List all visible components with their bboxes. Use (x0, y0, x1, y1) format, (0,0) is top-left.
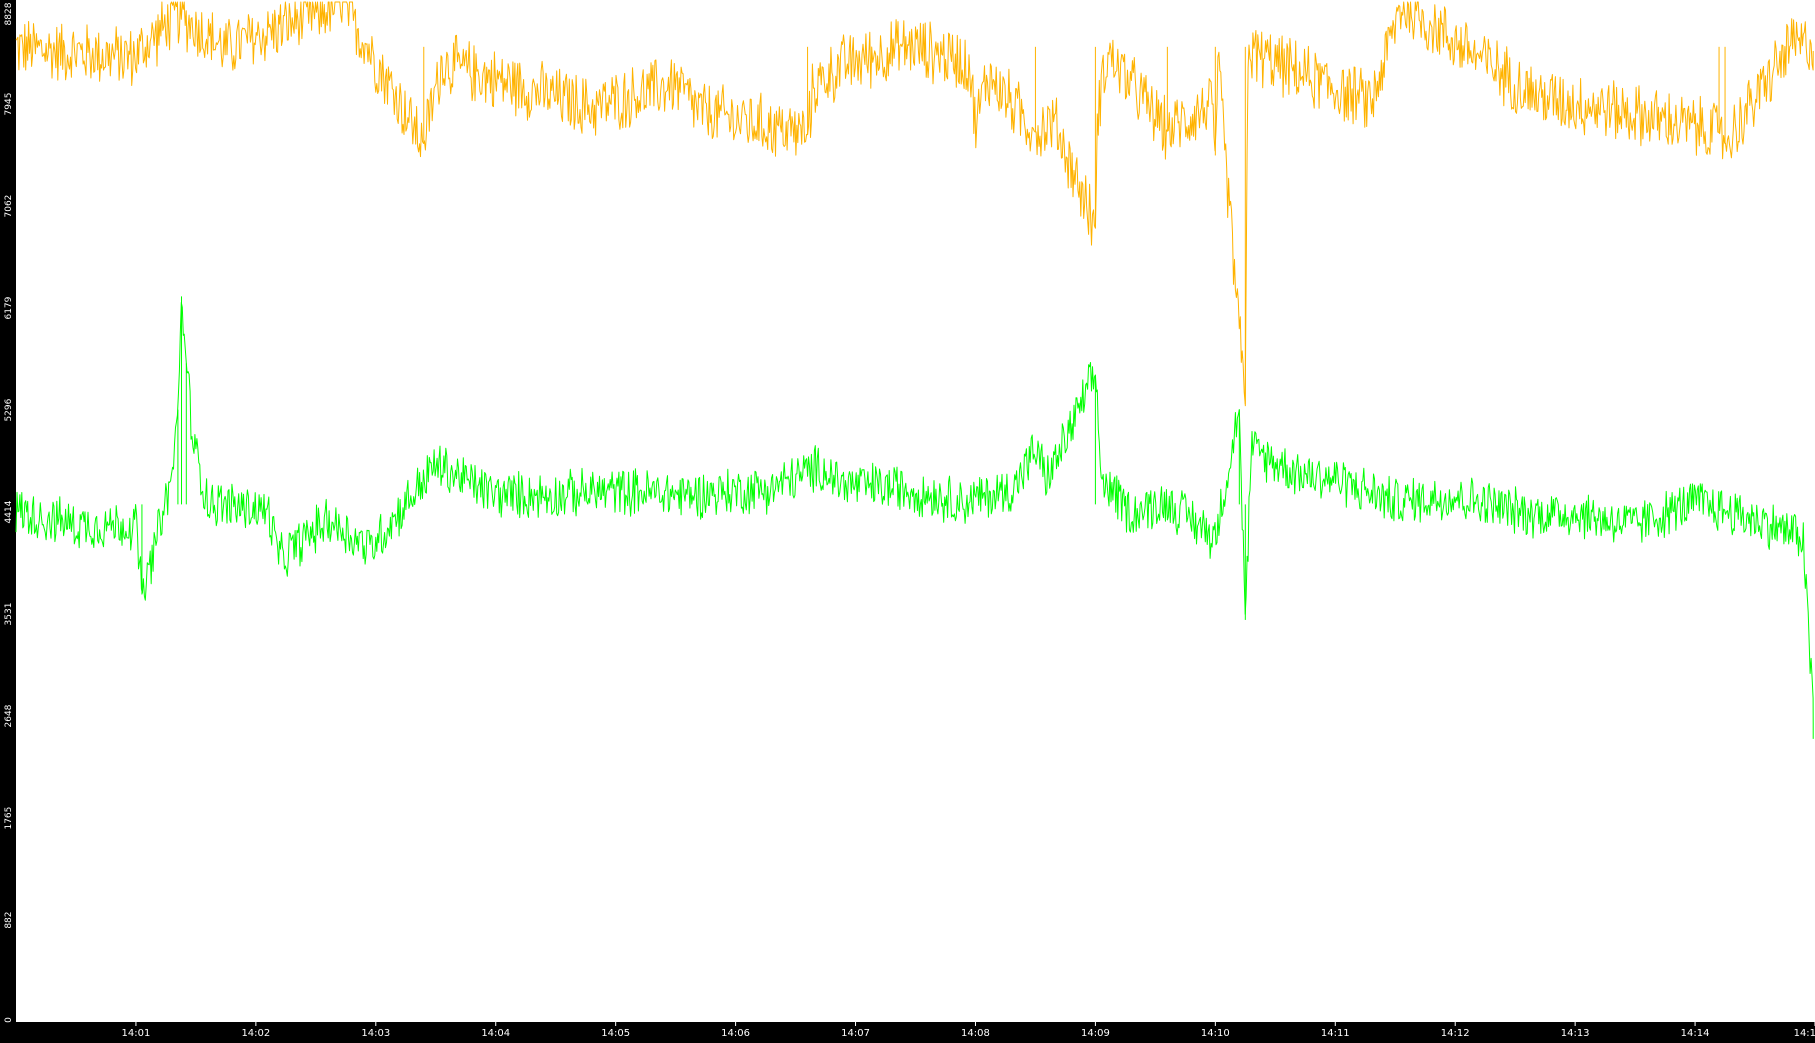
x-tick-label: 14:12 (1441, 1028, 1470, 1039)
x-tick-label: 14:10 (1201, 1028, 1230, 1039)
x-axis: 14:01 14:02 14:03 14:04 14:05 14:06 14:07 14:08… (122, 1022, 1815, 1039)
y-tick-label: 0 (4, 1017, 14, 1023)
y-tick-label: 3531 (4, 603, 14, 626)
x-tick-label: 14:07 (841, 1028, 870, 1039)
x-tick-label: 14:15 (1794, 1028, 1815, 1039)
x-tick-label: 14:02 (241, 1028, 270, 1039)
x-tick-label: 14:01 (122, 1028, 151, 1039)
y-tick-label: 882 (4, 911, 14, 928)
y-axis: 0 882 1765 2648 3531 4414 5296 6179 7062 7945 8828 (4, 2, 14, 1023)
x-tick-label: 14:11 (1321, 1028, 1350, 1039)
y-tick-label: 1765 (4, 807, 14, 830)
x-tick-label: 14:06 (721, 1028, 750, 1039)
plot-area (16, 0, 1815, 1022)
x-tick-label: 14:03 (361, 1028, 390, 1039)
y-tick-label: 7062 (4, 195, 14, 218)
x-tick-label: 14:14 (1681, 1028, 1710, 1039)
x-tick-label: 14:05 (601, 1028, 630, 1039)
x-tick-label: 14:13 (1561, 1028, 1590, 1039)
y-tick-label: 7945 (4, 93, 14, 116)
x-tick-label: 14:09 (1081, 1028, 1110, 1039)
y-tick-label: 5296 (4, 398, 14, 421)
y-tick-label: 2648 (4, 704, 14, 727)
x-tick-label: 14:08 (961, 1028, 990, 1039)
y-tick-label: 4414 (4, 500, 14, 523)
y-tick-label: 8828 (4, 2, 14, 25)
y-tick-label: 6179 (4, 296, 14, 319)
chart-svg: 0 882 1765 2648 3531 4414 5296 6179 7062 7945 8828… (4, 0, 1815, 1039)
time-series-chart: 0 882 1765 2648 3531 4414 5296 6179 7062 7945 8828… (0, 0, 1815, 1039)
x-tick-label: 14:04 (481, 1028, 510, 1039)
